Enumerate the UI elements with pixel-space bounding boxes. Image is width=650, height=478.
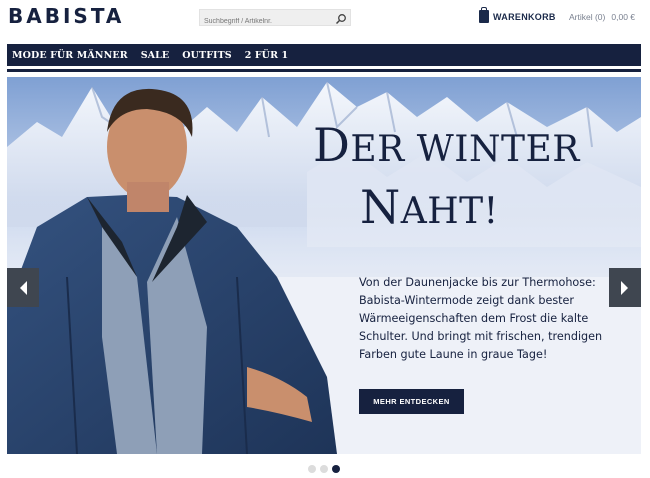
- main-nav: MODE FÜR MÄNNER SALE OUTFITS 2 FÜR 1: [7, 44, 641, 66]
- nav-item-mode-fuer-maenner[interactable]: MODE FÜR MÄNNER: [12, 50, 128, 61]
- chevron-right-icon: [621, 280, 628, 295]
- cart-total: 0,00 €: [611, 12, 636, 22]
- nav-divider: [7, 69, 641, 72]
- carousel-dot-3[interactable]: [332, 465, 340, 473]
- headline-line-1: ER WINTER: [350, 129, 580, 170]
- carousel-dot-2[interactable]: [320, 465, 328, 473]
- carousel-prev-button[interactable]: [7, 268, 39, 307]
- cart-summary[interactable]: Artikel (0) 0,00 €: [569, 12, 635, 22]
- mehr-entdecken-button[interactable]: MEHR ENTDECKEN: [359, 389, 464, 414]
- hero-headline: DER WINTER NAHT!: [313, 122, 580, 230]
- chevron-left-icon: [20, 280, 27, 295]
- cart-label: WARENKORB: [493, 11, 556, 22]
- shopping-bag-icon: [479, 7, 489, 23]
- headline-cap-2: N: [360, 180, 401, 234]
- carousel-dot-1[interactable]: [308, 465, 316, 473]
- nav-item-outfits[interactable]: OUTFITS: [182, 50, 231, 61]
- hero-description: Von der Daunenjacke bis zur Thermohose: …: [359, 276, 603, 361]
- brand-logo[interactable]: BABISTA: [8, 4, 124, 28]
- nav-item-2-fuer-1[interactable]: 2 FÜR 1: [245, 50, 288, 61]
- headline-cap-1: D: [313, 118, 351, 172]
- search-box: [199, 9, 351, 29]
- headline-line-2: AHT!: [400, 191, 499, 232]
- carousel-dots: [308, 465, 340, 473]
- header: BABISTA WARENKORB Artikel (0) 0,00 €: [0, 0, 650, 42]
- cart-item-count: Artikel (0): [569, 12, 606, 22]
- cart-button[interactable]: WARENKORB: [479, 7, 556, 23]
- search-icon[interactable]: [335, 12, 347, 25]
- hero-banner: DER WINTER NAHT! Von der Daunenjacke bis…: [7, 77, 641, 454]
- search-input[interactable]: [200, 14, 330, 29]
- carousel-next-button[interactable]: [609, 268, 641, 307]
- nav-item-sale[interactable]: SALE: [141, 50, 170, 61]
